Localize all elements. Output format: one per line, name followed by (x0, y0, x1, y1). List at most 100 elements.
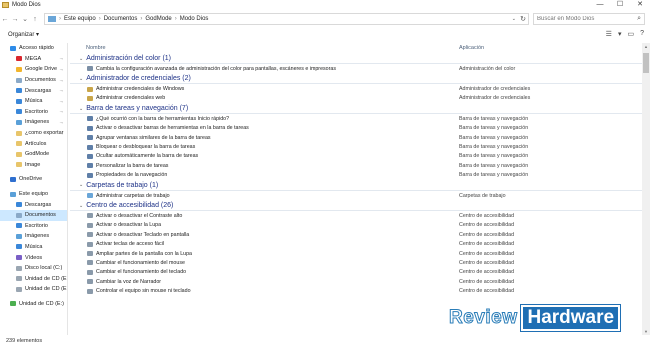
pin-icon[interactable]: ⊸ (60, 109, 63, 114)
sidebar-item[interactable]: Unidad de CD (E (0, 273, 67, 284)
item-name: Personalizar la barra de tareas (96, 162, 169, 169)
view-options-icon[interactable]: ☰ (606, 30, 612, 38)
sidebar-item[interactable]: Escritorio ⊸ (0, 107, 67, 118)
breadcrumb-este-equipo[interactable]: Este equipo (64, 16, 96, 22)
pin-icon[interactable]: ⊸ (60, 131, 63, 136)
list-item[interactable]: Cambiar el funcionamiento del teclado Cen… (70, 268, 642, 277)
sidebar-item[interactable]: Descargas (0, 199, 67, 210)
list-item[interactable]: Agrupar ventanas similares de la barra d… (70, 133, 642, 142)
sidebar-item[interactable]: Image (0, 160, 67, 171)
pin-icon[interactable]: ⊸ (60, 88, 63, 93)
list-item[interactable]: Activar teclas de acceso fácil Centro de … (70, 239, 642, 248)
close-button[interactable]: ✕ (630, 0, 650, 9)
sidebar-item-icon (16, 141, 22, 147)
chevron-down-icon[interactable]: ⌄ (79, 106, 83, 112)
list-item[interactable]: Administrar credenciales de Windows Admin… (70, 84, 642, 93)
pin-icon[interactable]: ⊸ (60, 67, 63, 72)
vertical-scrollbar[interactable]: ▲ ▼ (642, 43, 650, 335)
scroll-up-icon[interactable]: ▲ (642, 44, 650, 49)
sidebar-item[interactable]: Documentos ⊸ (0, 75, 67, 86)
pin-icon[interactable]: ⊸ (60, 120, 63, 125)
breadcrumb-documentos[interactable]: Documentos (104, 16, 138, 22)
control-panel-icon (87, 279, 93, 285)
column-header-aplicacion[interactable]: Aplicación (459, 45, 484, 51)
group-header[interactable]: ⌄ Administración del color (1) (70, 53, 642, 64)
maximize-button[interactable]: ☐ (610, 0, 630, 9)
sidebar-item-label: Acceso rápido (19, 45, 54, 52)
recent-dropdown-icon[interactable]: ⌄ (20, 15, 30, 23)
list-item[interactable]: Cambia la configuración avanzada de admi… (70, 64, 642, 73)
search-icon[interactable]: ⌕ (637, 15, 641, 23)
group-header[interactable]: ⌄ Centro de accesibilidad (26) (70, 200, 642, 212)
search-box[interactable]: ⌕ (533, 13, 645, 25)
pin-icon[interactable]: ⊸ (60, 99, 63, 104)
list-item[interactable]: Cambiar la voz de Narrador Centro de acce… (70, 277, 642, 286)
sidebar-item[interactable]: Este equipo (0, 189, 67, 200)
sidebar-item[interactable]: Imágenes (0, 231, 67, 242)
chevron-down-icon[interactable]: ⌄ (79, 76, 83, 82)
group-header[interactable]: ⌄ Administrador de credenciales (2) (70, 73, 642, 85)
sidebar-item-icon (16, 109, 22, 115)
sidebar-item[interactable]: Imágenes ⊸ (0, 117, 67, 128)
group-header[interactable]: ⌄ Carpetas de trabajo (1) (70, 180, 642, 191)
sidebar-item[interactable]: Acceso rápido (0, 43, 67, 54)
item-application: Barra de tareas y navegación (459, 125, 529, 132)
pin-icon[interactable]: ⊸ (60, 78, 63, 83)
sidebar-item[interactable]: Unidad de CD (E:) (0, 299, 67, 310)
sidebar-item-icon (10, 176, 16, 182)
group-header[interactable]: ⌄ Barra de tareas y navegación (7) (70, 103, 642, 115)
chevron-down-icon[interactable]: ⌄ (79, 203, 83, 209)
breadcrumb-modo-dios[interactable]: Modo Dios (180, 16, 209, 22)
up-arrow-icon[interactable]: ↑ (30, 16, 40, 23)
search-input[interactable] (537, 16, 632, 22)
minimize-button[interactable]: — (590, 0, 610, 9)
sidebar-item[interactable]: Vídeos (0, 252, 67, 263)
chevron-down-icon[interactable]: ⌄ (512, 16, 516, 22)
list-item[interactable]: Administrar credenciales web Administrado… (70, 94, 642, 103)
sidebar-item[interactable]: Descargas ⊸ (0, 85, 67, 96)
chevron-down-icon[interactable]: ⌄ (79, 182, 83, 188)
sidebar-item[interactable]: Música (0, 242, 67, 253)
list-item[interactable]: Ampliar partes de la pantalla con la Lup… (70, 249, 642, 258)
refresh-icon[interactable]: ↻ (520, 15, 526, 23)
sidebar-item-icon (16, 233, 22, 239)
list-item[interactable]: Cambiar el funcionamiento del mouse Centr… (70, 258, 642, 267)
breadcrumb-godmode[interactable]: GodMode (145, 16, 171, 22)
list-item[interactable]: Personalizar la barra de tareas Barra de … (70, 161, 642, 170)
list-item[interactable]: Activar o desactivar la Lupa Centro de ac… (70, 221, 642, 230)
forward-arrow-icon[interactable]: → (10, 16, 20, 23)
scroll-thumb[interactable] (643, 53, 649, 73)
sidebar-item[interactable]: Artículos (0, 138, 67, 149)
column-header-nombre[interactable]: Nombre (86, 45, 106, 51)
sidebar-item[interactable]: Unidad de CD (E (0, 284, 67, 295)
sidebar-item[interactable]: Música ⊸ (0, 96, 67, 107)
pin-icon[interactable]: ⊸ (60, 56, 63, 61)
sidebar-item[interactable]: ¿como exportar ⊸ (0, 128, 67, 139)
view-dropdown-icon[interactable]: ▾ (618, 30, 622, 38)
sidebar-item[interactable]: MEGA ⊸ (0, 54, 67, 65)
list-item[interactable]: Activar o desactivar el Contraste alto Ce… (70, 211, 642, 220)
list-item[interactable]: Activar o desactivar barras de herramien… (70, 124, 642, 133)
back-arrow-icon[interactable]: ← (0, 16, 10, 23)
list-item[interactable]: Administrar carpetas de trabajo Carpetas … (70, 191, 642, 200)
scroll-down-icon[interactable]: ▼ (642, 329, 650, 334)
list-item[interactable]: Ocultar automáticamente la barra de tare… (70, 152, 642, 161)
sidebar-item[interactable]: OneDrive (0, 174, 67, 185)
chevron-down-icon[interactable]: ⌄ (79, 56, 83, 62)
list-item[interactable]: Bloquear o desbloquear la barra de tarea… (70, 142, 642, 151)
sidebar-item[interactable]: Google Drive ⊸ (0, 64, 67, 75)
sidebar-item[interactable]: Disco local (C:) (0, 263, 67, 274)
list-item[interactable]: Activar o desactivar Teclado en pantalla… (70, 230, 642, 239)
sidebar-item[interactable]: Documentos (0, 209, 67, 221)
list-item[interactable]: Propiedades de la navegación Barra de tar… (70, 171, 642, 180)
organizar-button[interactable]: Organizar ▾ (8, 31, 39, 38)
list-item[interactable]: ¿Qué ocurrió con la barra de herramienta… (70, 114, 642, 123)
preview-pane-icon[interactable]: ▭ (627, 30, 634, 38)
sidebar-item-label: Google Drive (25, 66, 58, 73)
address-bar[interactable]: › Este equipo › Documentos › GodMode › M… (44, 13, 529, 25)
item-name: Administrar credenciales de Windows (96, 86, 185, 93)
sidebar-item[interactable]: Escritorio (0, 221, 67, 232)
list-item[interactable]: Controlar el equipo sin mouse ni teclado… (70, 286, 642, 295)
help-icon[interactable]: ? (640, 30, 644, 38)
sidebar-item[interactable]: GodMode (0, 149, 67, 160)
